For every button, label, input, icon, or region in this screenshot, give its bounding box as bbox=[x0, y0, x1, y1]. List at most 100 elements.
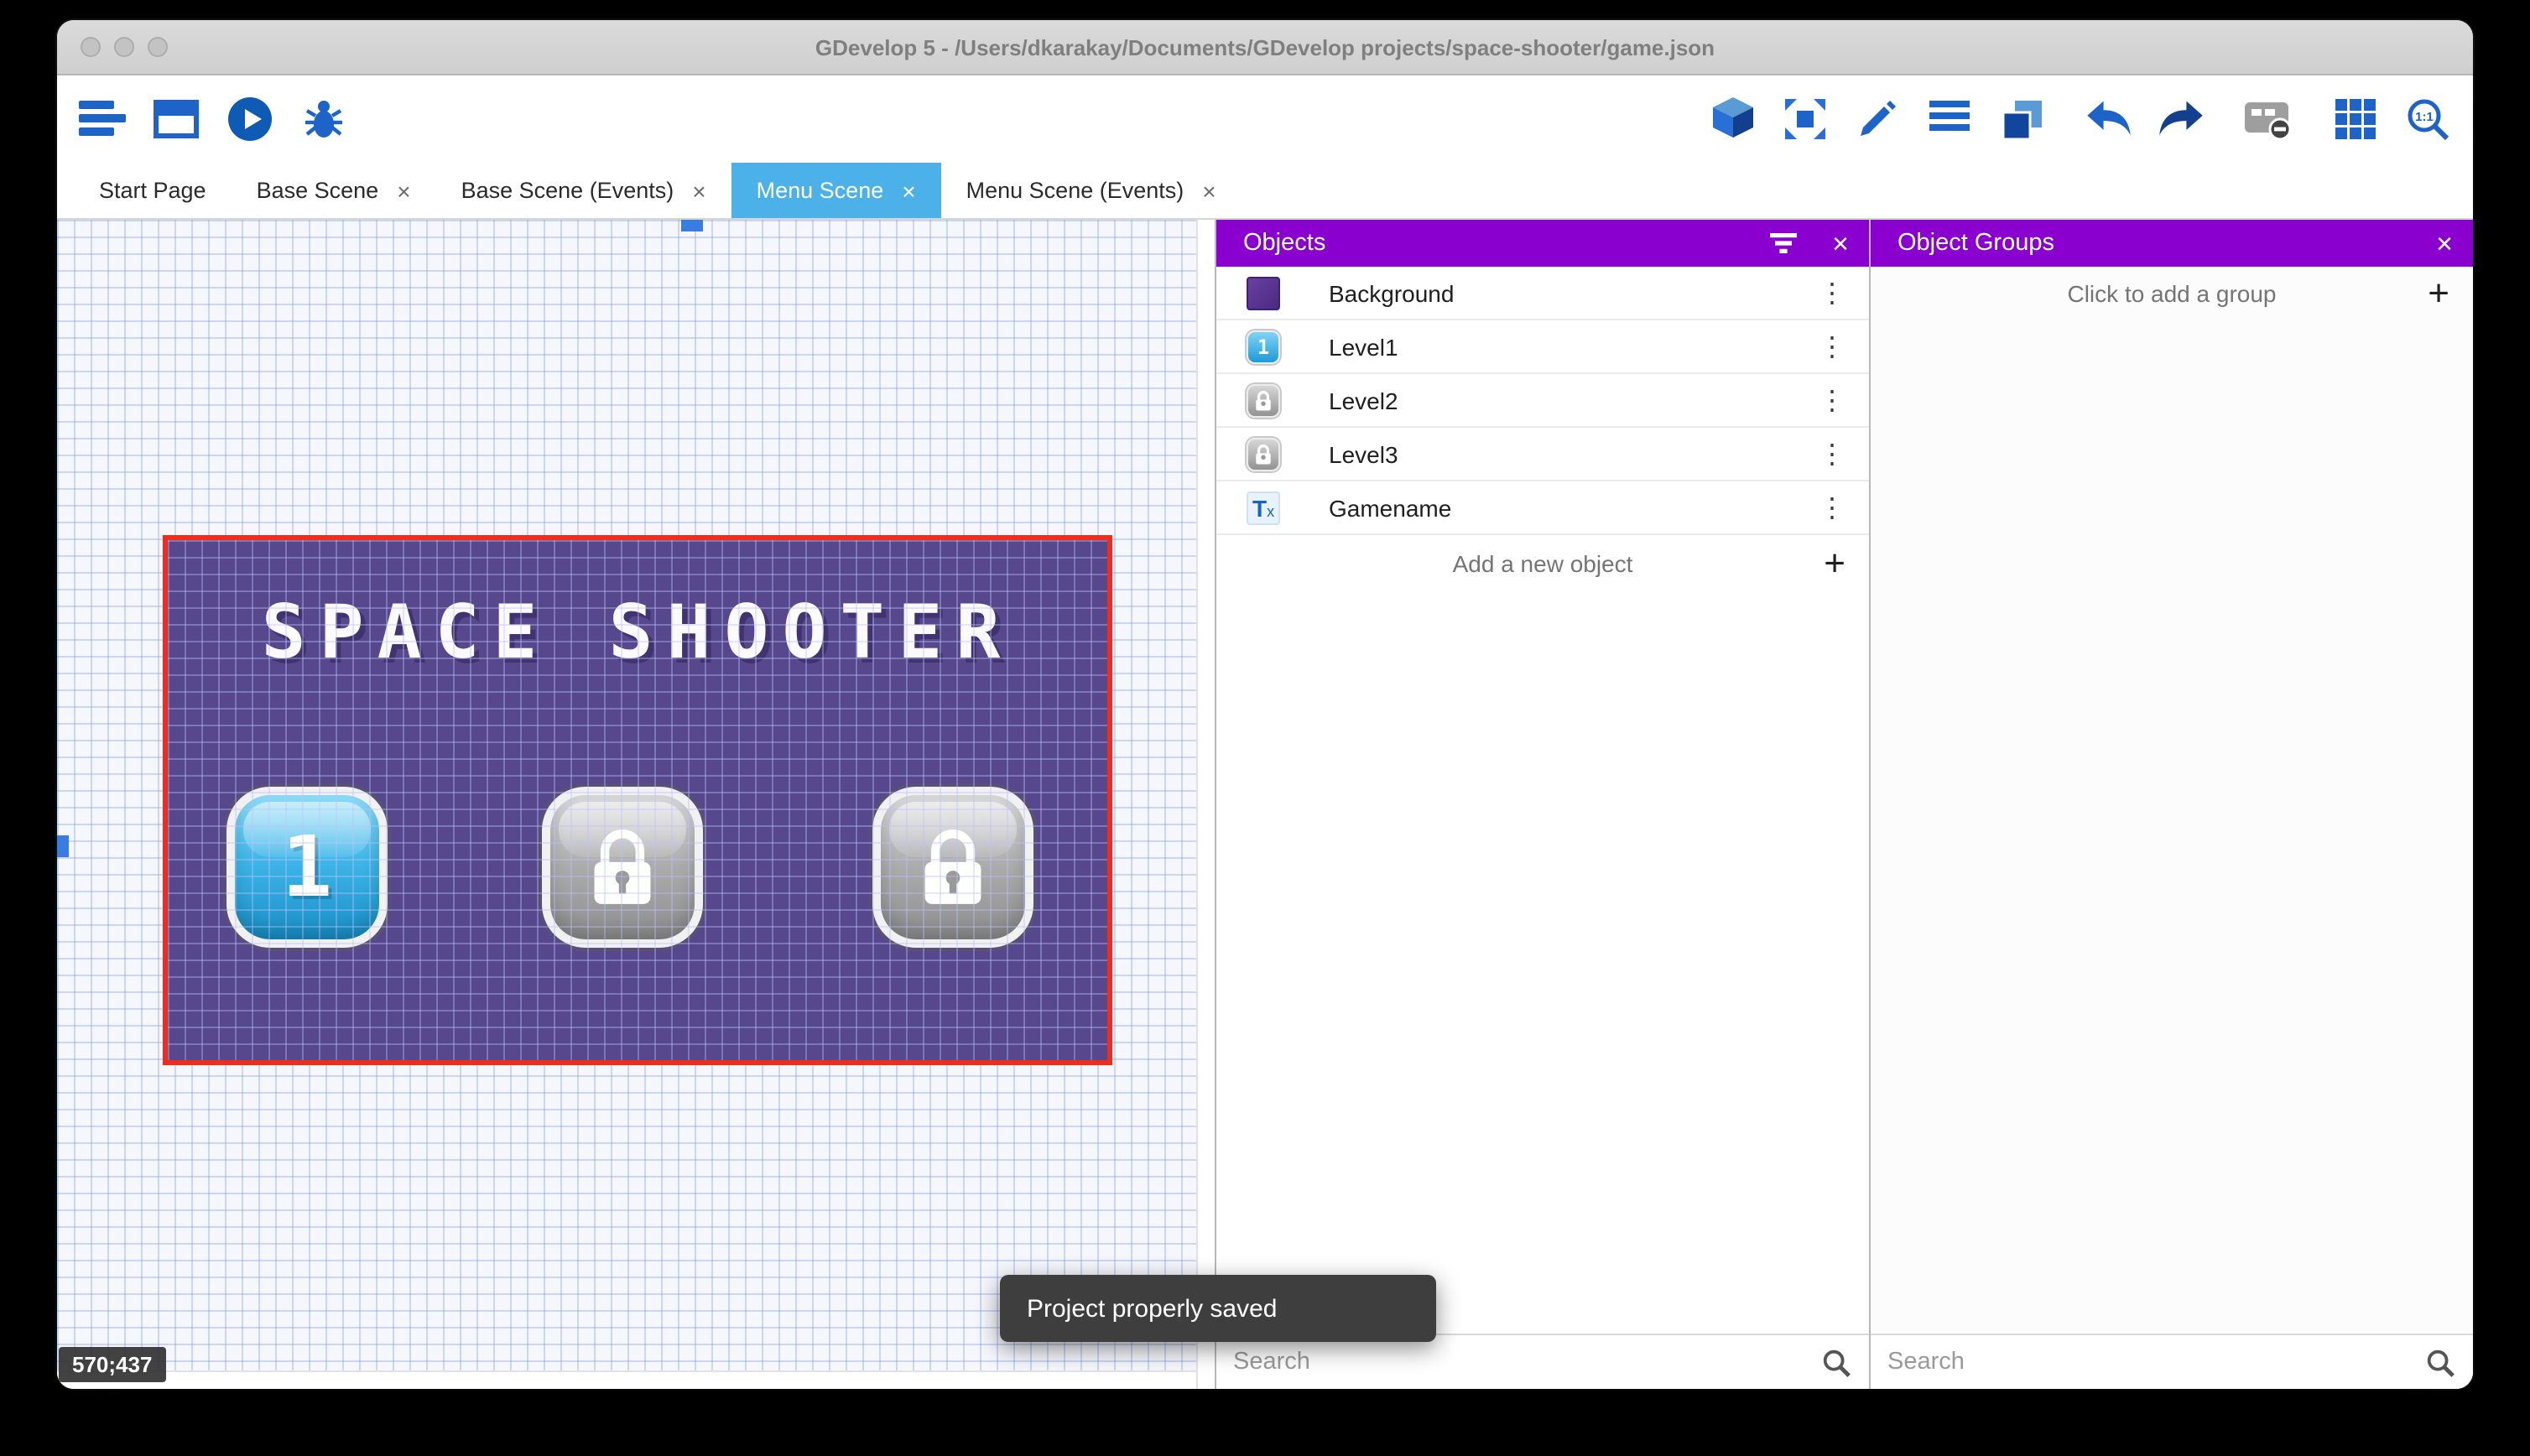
traffic-lights bbox=[81, 37, 168, 57]
redo-icon[interactable] bbox=[2156, 94, 2206, 144]
window-title: GDevelop 5 - /Users/dkarakay/Documents/G… bbox=[815, 34, 1715, 60]
lock-button-icon bbox=[1245, 435, 1282, 472]
groups-header-actions: × bbox=[2436, 229, 2453, 257]
search-icon bbox=[2427, 1349, 2455, 1376]
close-panel-icon[interactable]: × bbox=[1832, 229, 1849, 257]
groups-search-input[interactable] bbox=[1887, 1349, 2424, 1375]
tab-close-icon[interactable]: × bbox=[902, 177, 915, 204]
vertical-scrollbar[interactable] bbox=[1196, 220, 1215, 1389]
3d-box-icon[interactable] bbox=[1708, 94, 1758, 144]
grid-icon[interactable] bbox=[2330, 94, 2381, 144]
add-object-plus-icon[interactable]: + bbox=[1824, 544, 1845, 582]
object-name: Level3 bbox=[1329, 440, 1398, 467]
objects-header-actions: × bbox=[1768, 229, 1849, 257]
objects-panel-title: Objects bbox=[1243, 230, 1326, 257]
debug-bug-icon[interactable] bbox=[299, 94, 349, 144]
new-scene-window-icon[interactable] bbox=[151, 94, 201, 144]
object-row-level3[interactable]: Level3 ⋮ bbox=[1216, 428, 1869, 481]
render-frame-icon[interactable] bbox=[2243, 94, 2293, 144]
object-menu-icon[interactable]: ⋮ bbox=[1795, 437, 1869, 471]
close-panel-icon[interactable]: × bbox=[2436, 229, 2453, 257]
object-row-gamename[interactable]: Tx Gamename ⋮ bbox=[1216, 481, 1869, 535]
object-menu-icon[interactable]: ⋮ bbox=[1795, 383, 1869, 417]
add-group-row[interactable]: Click to add a group + bbox=[1871, 267, 2473, 320]
tab-close-icon[interactable]: × bbox=[1202, 177, 1216, 204]
title-bar: GDevelop 5 - /Users/dkarakay/Documents/G… bbox=[57, 20, 2473, 75]
object-row-background[interactable]: Background ⋮ bbox=[1216, 267, 1869, 320]
scene-tab-bar: Start Page Base Scene × Base Scene (Even… bbox=[57, 163, 2473, 220]
tab-close-icon[interactable]: × bbox=[692, 177, 705, 204]
object-row-level1[interactable]: 1 Level1 ⋮ bbox=[1216, 320, 1869, 374]
level2-locked-button-sprite[interactable] bbox=[542, 787, 703, 948]
text-object-icon: Tx bbox=[1245, 489, 1282, 526]
add-group-label: Click to add a group bbox=[2067, 280, 2277, 307]
vertical-scroll-thumb[interactable] bbox=[57, 835, 69, 857]
lock-icon bbox=[924, 829, 981, 904]
scene-title-sprite[interactable]: SPACE SHOOTER bbox=[168, 590, 1107, 676]
tab-base-scene[interactable]: Base Scene × bbox=[232, 163, 436, 218]
add-object-label: Add a new object bbox=[1452, 550, 1633, 577]
object-name: Gamename bbox=[1329, 494, 1452, 521]
lock-button-icon bbox=[1245, 382, 1282, 419]
preview-play-icon[interactable] bbox=[225, 94, 275, 144]
tab-label: Menu Scene bbox=[756, 178, 884, 203]
undo-icon[interactable] bbox=[2084, 94, 2134, 144]
move-instances-icon[interactable] bbox=[1780, 94, 1830, 144]
zoom-1-1-icon[interactable]: 1:1 bbox=[2402, 94, 2453, 144]
save-toast: Project properly saved bbox=[1000, 1275, 1437, 1342]
objects-panel-header: Objects × bbox=[1216, 220, 1869, 267]
tab-close-icon[interactable]: × bbox=[397, 177, 410, 204]
add-group-plus-icon[interactable]: + bbox=[2428, 274, 2449, 312]
background-swatch-icon bbox=[1245, 274, 1282, 311]
tab-label: Base Scene bbox=[256, 178, 379, 203]
tab-menu-scene-events[interactable]: Menu Scene (Events) × bbox=[941, 163, 1242, 218]
layers-icon[interactable] bbox=[1996, 94, 2047, 144]
object-row-level2[interactable]: Level2 ⋮ bbox=[1216, 374, 1869, 428]
tab-base-scene-events[interactable]: Base Scene (Events) × bbox=[436, 163, 731, 218]
groups-panel-header: Object Groups × bbox=[1871, 220, 2473, 267]
tab-label: Start Page bbox=[99, 178, 206, 203]
level1-number: 1 bbox=[281, 819, 333, 916]
close-window-button[interactable] bbox=[81, 37, 101, 57]
object-name: Background bbox=[1329, 279, 1455, 306]
objects-search-input[interactable] bbox=[1233, 1349, 1820, 1375]
search-icon bbox=[1823, 1349, 1851, 1376]
tab-label: Menu Scene (Events) bbox=[966, 178, 1184, 203]
add-object-row[interactable]: Add a new object + bbox=[1216, 535, 1869, 592]
toast-message: Project properly saved bbox=[1027, 1294, 1278, 1323]
object-name: Level1 bbox=[1329, 333, 1398, 360]
tab-menu-scene[interactable]: Menu Scene × bbox=[731, 163, 941, 218]
main-toolbar: 1:1 bbox=[57, 75, 2473, 163]
object-menu-icon[interactable]: ⋮ bbox=[1795, 491, 1869, 524]
object-groups-panel: Object Groups × Click to add a group + bbox=[1869, 220, 2473, 1389]
horizontal-scrollbar[interactable] bbox=[57, 1370, 1196, 1389]
groups-search-bar bbox=[1871, 1334, 2473, 1389]
minimize-window-button[interactable] bbox=[114, 37, 134, 57]
tab-start-page[interactable]: Start Page bbox=[74, 163, 232, 218]
level1-button-icon: 1 bbox=[1245, 328, 1282, 365]
object-menu-icon[interactable]: ⋮ bbox=[1795, 276, 1869, 309]
horizontal-scroll-thumb[interactable] bbox=[681, 220, 703, 231]
main-area: SPACE SHOOTER 1 570;437 Objects × Backgr… bbox=[57, 220, 2473, 1389]
zoom-window-button[interactable] bbox=[148, 37, 168, 57]
toolbar-left-group bbox=[77, 94, 349, 144]
tab-label: Base Scene (Events) bbox=[461, 178, 674, 203]
svg-text:1:1: 1:1 bbox=[2414, 109, 2433, 123]
cursor-coordinates-badge: 570;437 bbox=[59, 1347, 166, 1382]
level3-locked-button-sprite[interactable] bbox=[872, 787, 1033, 948]
project-manager-icon[interactable] bbox=[77, 94, 128, 144]
scene-editor-canvas[interactable]: SPACE SHOOTER 1 570;437 bbox=[57, 220, 1215, 1389]
toolbar-right-group: 1:1 bbox=[1708, 94, 2453, 144]
app-window: GDevelop 5 - /Users/dkarakay/Documents/G… bbox=[57, 20, 2473, 1389]
scene-selection-frame[interactable]: SPACE SHOOTER 1 bbox=[163, 535, 1112, 1065]
groups-panel-title: Object Groups bbox=[1898, 230, 2054, 257]
events-list-icon[interactable] bbox=[1924, 94, 1975, 144]
edit-pencil-icon[interactable] bbox=[1852, 94, 1903, 144]
level1-button-sprite[interactable]: 1 bbox=[226, 787, 388, 948]
object-menu-icon[interactable]: ⋮ bbox=[1795, 330, 1869, 363]
lock-icon bbox=[594, 829, 651, 904]
objects-panel: Objects × Background ⋮ 1 Level1 ⋮ Level2… bbox=[1215, 220, 1869, 1389]
screenshot-stage: GDevelop 5 - /Users/dkarakay/Documents/G… bbox=[0, 0, 2530, 1456]
object-name: Level2 bbox=[1329, 387, 1398, 413]
filter-icon[interactable] bbox=[1768, 231, 1799, 255]
